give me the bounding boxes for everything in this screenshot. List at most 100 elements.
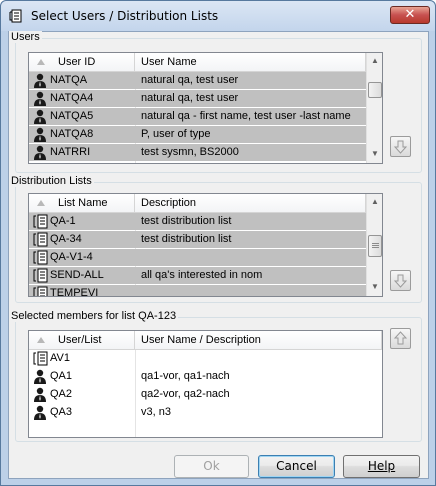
cell-name: v3, n3 — [141, 406, 171, 418]
distribution-list-icon — [32, 232, 48, 247]
title-bar[interactable]: Select Users / Distribution Lists ✕ — [1, 1, 435, 31]
cell-name: test sysmn, BS2000 — [141, 146, 239, 158]
remove-member-button[interactable] — [390, 328, 411, 349]
members-list-header: User/List User Name / Description — [29, 331, 382, 350]
table-row[interactable]: SEND-ALL all qa's interested in nom — [29, 267, 366, 284]
column-header-user-name-description[interactable]: User Name / Description — [135, 331, 382, 350]
help-button[interactable]: Help — [343, 455, 420, 478]
distribution-lists-list[interactable]: List Name Description QA-1 test distribut… — [28, 193, 383, 297]
cancel-button-label: Cancel — [276, 459, 317, 473]
users-scrollbar[interactable]: ▲ ▼ — [366, 53, 382, 163]
column-header-label: User Name / Description — [141, 334, 261, 346]
cancel-button[interactable]: Cancel — [258, 455, 335, 478]
column-header-list-name[interactable]: List Name — [29, 194, 135, 213]
cell-id: TEMPEVI — [50, 287, 99, 297]
table-row[interactable]: QA3 v3, n3 — [29, 404, 382, 421]
table-row[interactable]: NATQA5 natural qa - first name, test user… — [29, 108, 366, 125]
cell-name: qa2-vor, qa2-nach — [141, 388, 230, 400]
cell-name: P, user of type — [141, 128, 211, 140]
user-icon — [32, 405, 48, 420]
close-icon: ✕ — [404, 7, 416, 22]
scroll-down-button[interactable]: ▼ — [367, 279, 382, 296]
distribution-lists-header: List Name Description — [29, 194, 366, 213]
column-header-user-id[interactable]: User ID — [29, 53, 135, 72]
distribution-list-icon — [32, 351, 48, 366]
column-header-user-name[interactable]: User Name — [135, 53, 366, 72]
cell-name: natural qa, test user — [141, 74, 239, 86]
distribution-list-icon — [32, 286, 48, 296]
scroll-down-button[interactable]: ▼ — [367, 146, 382, 163]
members-list[interactable]: User/List User Name / Description AV1 QA1… — [28, 330, 383, 438]
cell-id: AV1 — [50, 352, 70, 364]
user-icon — [32, 387, 48, 402]
cell-id: QA-34 — [50, 233, 82, 245]
cell-name: test distribution list — [141, 233, 232, 245]
help-button-label: Help — [367, 459, 396, 473]
cell-id: QA2 — [50, 388, 73, 400]
add-user-button[interactable] — [390, 136, 411, 157]
dialog-window: Select Users / Distribution Lists ✕ User… — [0, 0, 436, 486]
arrow-up-icon — [393, 331, 408, 345]
cell-name — [141, 249, 364, 266]
cell-id: QA1 — [50, 370, 73, 382]
cell-id: SEND-ALL — [50, 269, 104, 281]
table-row[interactable]: AV1 — [29, 350, 382, 367]
table-row[interactable]: QA-1 test distribution list — [29, 213, 366, 230]
cell-name: natural qa, test user — [141, 92, 239, 104]
cell-name: test distribution list — [141, 215, 232, 227]
scroll-thumb[interactable] — [368, 82, 382, 98]
cell-id: NATRRI — [50, 146, 91, 158]
user-icon — [32, 127, 48, 142]
scroll-up-button[interactable]: ▲ — [367, 194, 382, 211]
dialog-client-area: Users User ID User Name NATQA natural qa,… — [8, 31, 429, 479]
table-row[interactable]: QA-34 test distribution list — [29, 231, 366, 248]
cell-name — [141, 285, 364, 296]
distribution-list-icon — [32, 250, 48, 265]
cell-id: NATQA5 — [50, 110, 94, 122]
table-row[interactable]: QA2 qa2-vor, qa2-nach — [29, 386, 382, 403]
sort-ascending-icon — [37, 200, 45, 206]
user-icon — [32, 369, 48, 384]
cell-id: QA-V1-4 — [50, 251, 93, 263]
members-group-label: Selected members for list QA-123 — [9, 310, 179, 322]
scroll-up-button[interactable]: ▲ — [367, 53, 382, 70]
user-icon — [32, 109, 48, 124]
users-group-label: Users — [9, 31, 42, 43]
cell-name: all qa's interested in nom — [141, 269, 263, 281]
distribution-lists-scrollbar[interactable]: ▲ ▼ — [366, 194, 382, 296]
cell-id: NATQA4 — [50, 92, 94, 104]
users-list-header: User ID User Name — [29, 53, 366, 72]
table-row[interactable]: NATRRI test sysmn, BS2000 — [29, 144, 366, 161]
column-header-label: Description — [141, 197, 197, 209]
column-header-label: User/List — [58, 334, 102, 346]
table-row[interactable]: NATQA8 P, user of type — [29, 126, 366, 143]
cell-id: NATQA8 — [50, 128, 94, 140]
sort-ascending-icon — [37, 59, 45, 65]
table-row[interactable]: NATQA4 natural qa, test user — [29, 90, 366, 107]
users-list[interactable]: User ID User Name NATQA natural qa, test … — [28, 52, 383, 164]
table-row[interactable]: QA-V1-4 — [29, 249, 366, 266]
ok-button[interactable]: Ok — [174, 455, 249, 478]
cell-id: QA-1 — [50, 215, 76, 227]
distribution-list-icon — [32, 214, 48, 229]
column-header-label: User Name — [141, 56, 197, 68]
user-icon — [32, 73, 48, 88]
column-header-label: User ID — [58, 56, 96, 68]
column-header-description[interactable]: Description — [135, 194, 366, 213]
table-row[interactable]: QA1 qa1-vor, qa1-nach — [29, 368, 382, 385]
arrow-down-icon — [393, 140, 408, 154]
cell-id: QA3 — [50, 406, 73, 418]
distribution-list-icon — [32, 268, 48, 283]
thumb-grip — [372, 245, 379, 246]
table-row[interactable]: TEMPEVI — [29, 285, 366, 297]
distribution-list-icon — [9, 9, 22, 23]
cell-name: qa1-vor, qa1-nach — [141, 370, 230, 382]
window-title: Select Users / Distribution Lists — [31, 9, 219, 23]
ok-button-label: Ok — [203, 459, 220, 473]
close-button[interactable]: ✕ — [390, 6, 430, 24]
table-row[interactable]: NATQA natural qa, test user — [29, 72, 366, 89]
column-header-user-list[interactable]: User/List — [29, 331, 135, 350]
add-distribution-list-button[interactable] — [390, 270, 411, 291]
distribution-lists-group-label: Distribution Lists — [9, 175, 94, 187]
scroll-thumb[interactable] — [368, 235, 382, 257]
